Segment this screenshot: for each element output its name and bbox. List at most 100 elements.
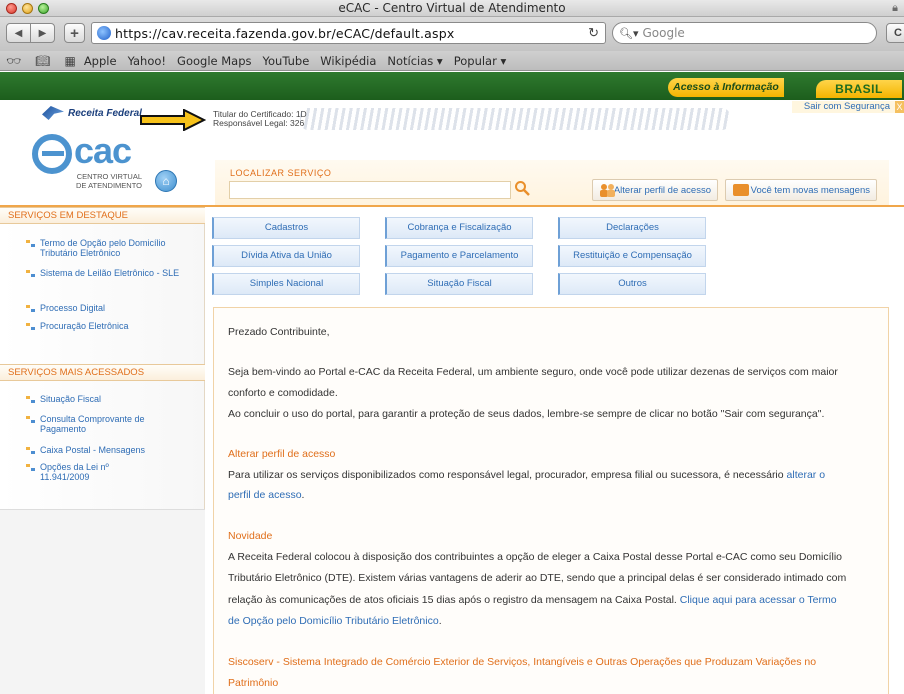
perfil-heading-link[interactable]: Alterar perfil de acesso (228, 448, 335, 460)
bookmark-item[interactable]: Yahoo! (128, 54, 166, 68)
plus-icon: + (70, 24, 79, 42)
ecac-subtitle-line-2: DE ATENDIMENTO (76, 181, 142, 190)
service-divida-ativa[interactable]: Dívida Ativa da União (212, 245, 360, 267)
bookmark-item[interactable]: Wikipédia (320, 54, 376, 68)
reading-list-icon[interactable]: 👓︎ (6, 54, 21, 68)
novidade-text-2: Tributário Eletrônico (DTE). Existem vár… (228, 572, 847, 584)
service-cobranca-fiscalizacao[interactable]: Cobrança e Fiscalização (385, 217, 533, 239)
certificate-info: Titular do Certificado: 1D Responsável L… (213, 110, 307, 128)
bullet-icon (26, 464, 35, 471)
url-text: https://cav.receita.fazenda.gov.br/eCAC/… (115, 25, 455, 41)
novidade-text-1: A Receita Federal colocou à disposição d… (228, 551, 842, 563)
bookmark-item[interactable]: Notícias ▾ (387, 54, 442, 68)
bullet-icon (26, 240, 35, 247)
bullet-icon (26, 447, 35, 454)
sidebar-item-processo-digital[interactable]: Processo Digital (40, 303, 200, 313)
search-icon: 🔍︎▾ (619, 27, 639, 40)
toolbar-edge-button[interactable]: C (886, 23, 904, 43)
receita-bird-icon (42, 106, 64, 120)
browser-toolbar: ◀ ▶ + https://cav.receita.fazenda.gov.br… (0, 17, 904, 51)
address-bar[interactable]: https://cav.receita.fazenda.gov.br/eCAC/… (91, 22, 606, 44)
forward-arrow-icon: ▶ (38, 27, 47, 39)
globe-icon (97, 26, 111, 40)
sidebar-item-leilao[interactable]: Sistema de Leilão Eletrônico - SLE (40, 268, 200, 278)
bookmarks-book-icon[interactable]: 📖︎ (35, 54, 50, 68)
siscoserv-heading-1[interactable]: Siscoserv - Sistema Integrado de Comérci… (228, 656, 816, 668)
sidebar-item-termo-opcao[interactable]: Termo de Opção pelo Domicílio Tributário… (40, 238, 200, 258)
service-outros[interactable]: Outros (558, 273, 706, 295)
service-restituicao-compensacao[interactable]: Restituição e Compensação (558, 245, 706, 267)
bookmark-item[interactable]: Popular ▾ (454, 54, 507, 68)
service-declaracoes[interactable]: Declarações (558, 217, 706, 239)
top-sites-grid-icon[interactable]: ▦ (64, 54, 75, 68)
bookmarks-bar: 👓︎ 📖︎ ▦ Apple Yahoo! Google Maps YouTube… (0, 51, 904, 71)
novidade-text-3: relação às comunicações de atos oficiais… (228, 594, 837, 607)
bullet-icon (26, 396, 35, 403)
add-bookmark-button[interactable]: + (64, 23, 85, 43)
forward-button[interactable]: ▶ (30, 23, 55, 43)
window-title: eCAC - Centro Virtual de Atendimento (338, 1, 566, 15)
sidebar-item-lei-11941[interactable]: Opções da Lei nº 11.941/2009 (40, 462, 120, 482)
service-cadastros[interactable]: Cadastros (212, 217, 360, 239)
reload-icon[interactable]: ↻ (588, 25, 599, 41)
bullet-icon (26, 305, 35, 312)
brasil-link[interactable]: BRASIL (816, 80, 902, 98)
siscoserv-heading-2[interactable]: Patrimônio (228, 677, 278, 689)
perfil-period: . (301, 489, 305, 501)
back-arrow-icon: ◀ (14, 27, 23, 39)
service-simples-nacional[interactable]: Simples Nacional (212, 273, 360, 295)
welcome-text-2: conforto e comodidade. (228, 387, 338, 399)
bookmark-item[interactable]: YouTube (263, 54, 310, 68)
perfil-text: Para utilizar os serviços disponibilizad… (228, 469, 784, 481)
ecac-wordmark: cac (74, 130, 132, 171)
novidade-heading: Novidade (228, 530, 273, 542)
redaction-scribble (300, 108, 730, 130)
search-field[interactable]: 🔍︎▾ Google (612, 22, 877, 44)
sidebar-lower-panel (0, 509, 205, 694)
sidebar-item-situacao-fiscal[interactable]: Situação Fiscal (40, 394, 200, 404)
novidade-text: relação às comunicações de atos oficiais… (228, 594, 677, 606)
service-pagamento-parcelamento[interactable]: Pagamento e Parcelamento (385, 245, 533, 267)
welcome-text-3: Ao concluir o uso do portal, para garant… (228, 408, 825, 420)
home-icon[interactable]: ⌂ (155, 170, 177, 192)
mail-icon (733, 184, 749, 196)
novidade-text-4: de Opção pelo Domicílio Tributário Eletr… (228, 615, 442, 628)
back-button[interactable]: ◀ (6, 23, 31, 43)
receita-federal-logo[interactable]: Receita Federal (42, 106, 142, 120)
ecac-subtitle-line-1: CENTRO VIRTUAL (76, 172, 142, 181)
people-icon (600, 184, 615, 197)
bullet-icon (26, 416, 35, 423)
sair-close-icon[interactable]: X (895, 101, 904, 113)
alterar-perfil-link-a[interactable]: alterar o (787, 469, 826, 481)
service-situacao-fiscal[interactable]: Situação Fiscal (385, 273, 533, 295)
welcome-text-1: Seja bem-vindo ao Portal e-CAC da Receit… (228, 366, 838, 378)
perfil-text-1: Para utilizar os serviços disponibilizad… (228, 469, 825, 482)
greeting-text: Prezado Contribuinte, (228, 326, 330, 338)
bookmark-item[interactable]: Apple (84, 54, 117, 68)
ecac-logo[interactable]: cac CENTRO VIRTUAL DE ATENDIMENTO (32, 130, 157, 196)
pointer-arrow-icon (140, 109, 206, 131)
novidade-period: . (438, 615, 442, 627)
servicos-destaque-title: SERVIÇOS EM DESTAQUE (0, 207, 205, 224)
lock-icon: 🔒︎ (892, 2, 898, 14)
responsavel-label: Responsável Legal: 326 (213, 118, 305, 128)
localizar-servico-label: LOCALIZAR SERVIÇO (230, 168, 332, 178)
servicos-acessados-title: SERVIÇOS MAIS ACESSADOS (0, 364, 205, 381)
search-icon[interactable] (514, 180, 530, 196)
localizar-servico-input[interactable] (229, 181, 511, 199)
bookmark-item[interactable]: Google Maps (177, 54, 251, 68)
perfil-text-2: perfil de acesso. (228, 489, 304, 502)
bullet-icon (26, 270, 35, 277)
alterar-perfil-link-b[interactable]: perfil de acesso (228, 489, 302, 501)
acesso-informacao-link[interactable]: Acesso à Informação (668, 78, 784, 97)
search-placeholder: Google (642, 26, 685, 40)
ecac-e-bar (42, 151, 64, 156)
sair-com-seguranca-link[interactable]: Sair com Segurança (792, 101, 896, 113)
sidebar-item-comprovante[interactable]: Consulta Comprovante de Pagamento (40, 414, 160, 434)
sidebar-item-procuracao[interactable]: Procuração Eletrônica (40, 321, 200, 331)
sidebar-item-caixa-postal[interactable]: Caixa Postal - Mensagens (40, 445, 200, 455)
termo-opcao-link-a[interactable]: Clique aqui para acessar o Termo (680, 594, 837, 606)
termo-opcao-link-b[interactable]: de Opção pelo Domicílio Tributário Eletr… (228, 615, 439, 627)
ecac-subtitle: CENTRO VIRTUAL DE ATENDIMENTO (74, 172, 142, 190)
receita-logo-text: Receita Federal (68, 107, 142, 119)
